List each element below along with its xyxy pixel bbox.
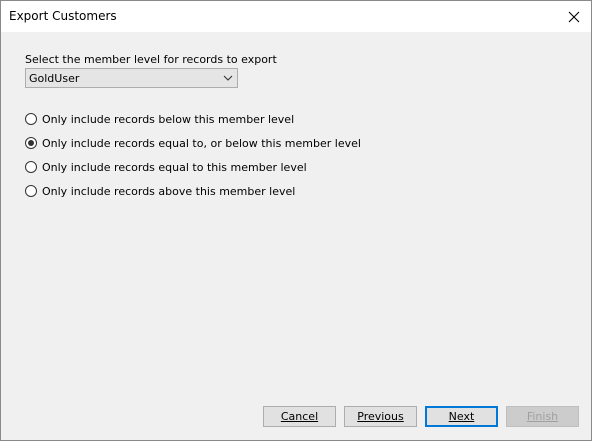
previous-button[interactable]: Previous	[344, 406, 417, 427]
title-bar: Export Customers	[1, 1, 591, 32]
member-level-dropdown[interactable]: GoldUser	[25, 68, 238, 88]
close-icon	[568, 11, 580, 22]
chevron-down-icon	[223, 75, 233, 81]
cancel-button[interactable]: Cancel	[263, 406, 336, 427]
radio-label: Only include records above this member l…	[42, 184, 296, 198]
radio-button[interactable]	[25, 185, 37, 197]
close-button[interactable]	[557, 1, 591, 32]
window-title: Export Customers	[9, 9, 117, 23]
radio-button[interactable]	[25, 161, 37, 173]
radio-option-above[interactable]: Only include records above this member l…	[25, 183, 295, 199]
radio-option-below[interactable]: Only include records below this member l…	[25, 111, 294, 127]
member-level-label: Select the member level for records to e…	[25, 53, 277, 66]
export-customers-dialog: Export Customers Select the member level…	[0, 0, 592, 441]
member-level-value: GoldUser	[29, 72, 80, 85]
dialog-content: Select the member level for records to e…	[1, 32, 591, 440]
radio-label: Only include records equal to, or below …	[42, 136, 361, 150]
radio-label: Only include records equal to this membe…	[42, 160, 307, 174]
radio-option-equal-or-below[interactable]: Only include records equal to, or below …	[25, 135, 361, 151]
finish-button: Finish	[506, 406, 579, 427]
radio-label: Only include records below this member l…	[42, 112, 295, 126]
radio-button[interactable]	[25, 137, 37, 149]
radio-option-equal[interactable]: Only include records equal to this membe…	[25, 159, 307, 175]
next-button[interactable]: Next	[425, 406, 498, 427]
radio-button[interactable]	[25, 113, 37, 125]
